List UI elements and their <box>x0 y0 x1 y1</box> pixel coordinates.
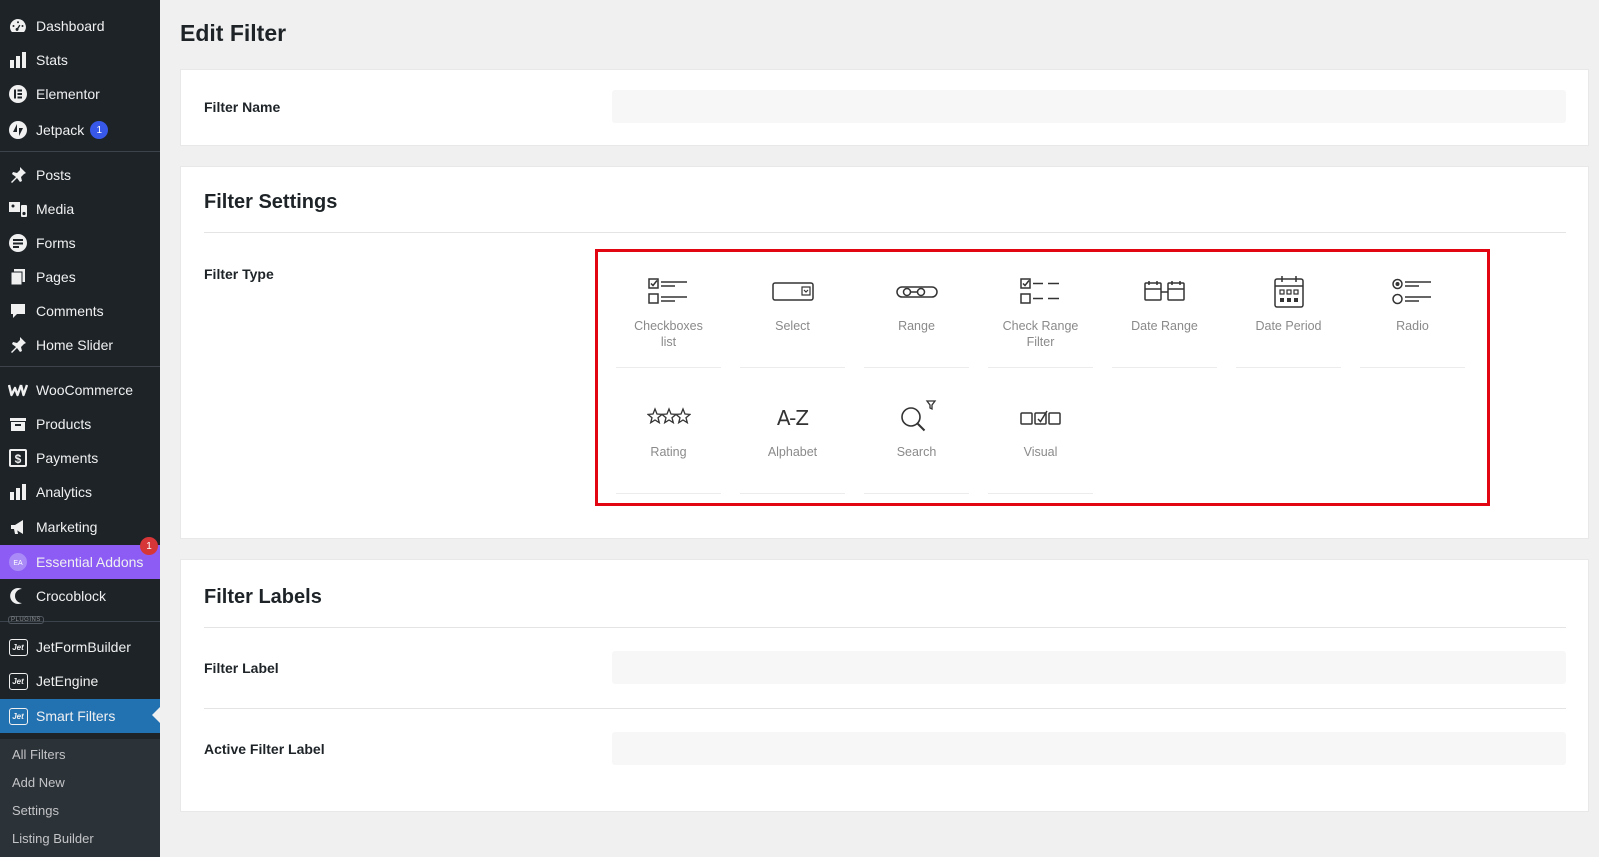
essential-addons-icon: EA <box>8 552 28 572</box>
sidebar-item-marketing[interactable]: Marketing <box>0 510 160 544</box>
filter-type-select[interactable]: Select <box>740 266 845 368</box>
checkboxes-list-icon <box>616 274 721 310</box>
range-icon <box>864 274 969 310</box>
filter-label-label: Filter Label <box>204 660 279 676</box>
sidebar-item-analytics[interactable]: Analytics <box>0 475 160 509</box>
sidebar-item-crocoblock[interactable]: Crocoblock <box>0 579 160 613</box>
jet-icon: Jet <box>8 637 28 657</box>
section-divider <box>204 627 1566 628</box>
check-range-icon <box>988 274 1093 310</box>
dashboard-icon <box>8 16 28 36</box>
sidebar-separator <box>0 366 160 367</box>
filter-type-rating[interactable]: Rating <box>616 392 721 494</box>
admin-sidebar: Dashboard Stats Elementor Jetpack 1 Post… <box>0 0 160 857</box>
filter-type-alphabet[interactable]: A-Z Alphabet <box>740 392 845 494</box>
filter-type-date-period[interactable]: Date Period <box>1236 266 1341 368</box>
sidebar-item-comments[interactable]: Comments <box>0 294 160 328</box>
elementor-icon <box>8 84 28 104</box>
sidebar-item-home-slider[interactable]: Home Slider <box>0 328 160 362</box>
woocommerce-icon <box>8 380 28 400</box>
sidebar-separator <box>0 151 160 152</box>
filter-type-selector: Checkboxes list Select Range Check Range… <box>595 249 1490 506</box>
filter-labels-card <box>180 559 1589 812</box>
payments-icon: $ <box>8 448 28 468</box>
submenu-item-all-filters[interactable]: All Filters <box>12 747 65 762</box>
filter-name-input[interactable] <box>612 90 1566 123</box>
section-divider <box>204 232 1566 233</box>
date-period-icon <box>1236 274 1341 310</box>
sidebar-item-pages[interactable]: Pages <box>0 260 160 294</box>
forms-icon <box>8 233 28 253</box>
crocoblock-icon <box>8 586 28 606</box>
sidebar-item-jetengine[interactable]: Jet JetEngine <box>0 664 160 698</box>
pin-icon <box>8 165 28 185</box>
filter-labels-title: Filter Labels <box>204 586 322 608</box>
active-filter-label-label: Active Filter Label <box>204 741 325 757</box>
smart-filters-submenu: All Filters Add New Settings Listing Bui… <box>0 739 160 857</box>
plugins-section-tag: PLUGINS <box>8 616 44 624</box>
media-icon <box>8 199 28 219</box>
jet-icon: Jet <box>8 671 28 691</box>
active-filter-label-input[interactable] <box>612 732 1566 765</box>
svg-text:$: $ <box>15 452 22 466</box>
stats-icon <box>8 50 28 70</box>
filter-label-input[interactable] <box>612 651 1566 684</box>
submenu-item-listing-builder[interactable]: Listing Builder <box>12 831 94 846</box>
pin-icon <box>8 335 28 355</box>
filter-type-radio[interactable]: Radio <box>1360 266 1465 368</box>
sidebar-item-media[interactable]: Media <box>0 192 160 226</box>
svg-text:EA: EA <box>13 560 23 567</box>
page-title: Edit Filter <box>180 20 287 46</box>
sidebar-item-elementor[interactable]: Elementor <box>0 77 160 111</box>
filter-type-range[interactable]: Range <box>864 266 969 368</box>
essential-addons-count-badge: 1 <box>140 537 158 555</box>
sidebar-item-jetformbuilder[interactable]: Jet JetFormBuilder <box>0 630 160 664</box>
select-icon <box>740 274 845 310</box>
marketing-icon <box>8 517 28 537</box>
filter-type-search[interactable]: Search <box>864 392 969 494</box>
submenu-item-settings[interactable]: Settings <box>12 803 59 818</box>
sidebar-item-products[interactable]: Products <box>0 407 160 441</box>
filter-type-check-range[interactable]: Check Range Filter <box>988 266 1093 368</box>
sidebar-item-payments[interactable]: $ Payments <box>0 441 160 475</box>
sidebar-item-woocommerce[interactable]: WooCommerce <box>0 373 160 407</box>
sidebar-item-stats[interactable]: Stats <box>0 43 160 77</box>
filter-type-checkboxes-list[interactable]: Checkboxes list <box>616 266 721 368</box>
products-icon <box>8 414 28 434</box>
visual-icon <box>988 400 1093 436</box>
filter-name-label: Filter Name <box>204 99 281 115</box>
sidebar-item-essential-addons[interactable]: EA Essential Addons 1 <box>0 537 160 579</box>
search-icon <box>864 400 969 436</box>
filter-type-visual[interactable]: Visual <box>988 392 1093 494</box>
sidebar-item-dashboard[interactable]: Dashboard <box>0 9 160 43</box>
sidebar-item-forms[interactable]: Forms <box>0 226 160 260</box>
date-range-icon <box>1112 274 1217 310</box>
jet-icon: Jet <box>8 706 28 726</box>
comments-icon <box>8 301 28 321</box>
analytics-icon <box>8 482 28 502</box>
submenu-item-add-new[interactable]: Add New <box>12 775 65 790</box>
sidebar-item-jetpack[interactable]: Jetpack 1 <box>0 113 160 147</box>
rating-icon <box>616 400 721 436</box>
alphabet-icon: A-Z <box>776 406 809 430</box>
field-divider <box>204 708 1566 709</box>
jetpack-icon <box>8 120 28 140</box>
jetpack-count-badge: 1 <box>90 121 109 139</box>
filter-type-label: Filter Type <box>204 266 274 282</box>
radio-icon <box>1360 274 1465 310</box>
filter-type-date-range[interactable]: Date Range <box>1112 266 1217 368</box>
filter-settings-title: Filter Settings <box>204 191 338 213</box>
sidebar-item-smart-filters[interactable]: Jet Smart Filters <box>0 699 160 733</box>
pages-icon <box>8 267 28 287</box>
sidebar-item-posts[interactable]: Posts <box>0 158 160 192</box>
